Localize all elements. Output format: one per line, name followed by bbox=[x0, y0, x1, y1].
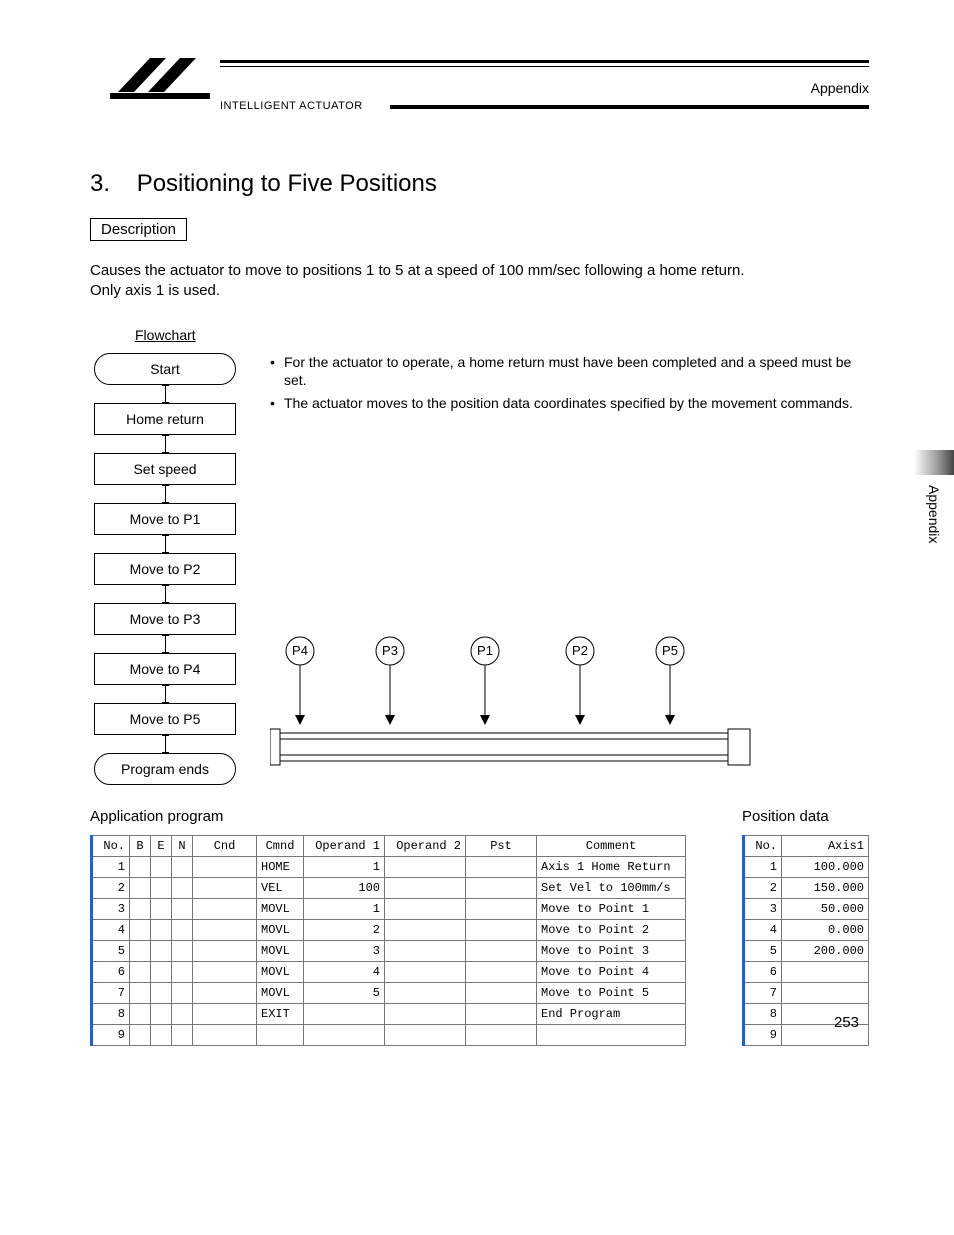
note-1: For the actuator to operate, a home retu… bbox=[284, 353, 869, 391]
table-row: 2VEL100Set Vel to 100mm/s bbox=[92, 878, 686, 899]
flow-step: Move to P4 bbox=[94, 653, 236, 685]
table-header: Pst bbox=[466, 836, 537, 857]
flow-step: Move to P2 bbox=[94, 553, 236, 585]
table-row: 7 bbox=[744, 983, 869, 1004]
page-number: 253 bbox=[834, 1014, 859, 1031]
notes: •For the actuator to operate, a home ret… bbox=[270, 353, 869, 414]
side-tab-label: Appendix bbox=[926, 485, 942, 543]
flow-step: Start bbox=[94, 353, 236, 385]
position-data-block: Position data No.Axis11100.0002150.00035… bbox=[742, 808, 869, 1046]
flow-step: Set speed bbox=[94, 453, 236, 485]
flow-step: Move to P1 bbox=[94, 503, 236, 535]
description-line-1: Causes the actuator to move to positions… bbox=[90, 261, 869, 281]
position-label: P5 bbox=[662, 643, 678, 658]
flow-connector bbox=[165, 735, 166, 753]
table-header: B bbox=[130, 836, 151, 857]
flow-connector bbox=[165, 685, 166, 703]
table-row: 3MOVL1Move to Point 1 bbox=[92, 899, 686, 920]
flow-step: Program ends bbox=[94, 753, 236, 785]
table-row: 40.000 bbox=[744, 920, 869, 941]
position-data-title: Position data bbox=[742, 808, 869, 825]
table-row: 6 bbox=[744, 962, 869, 983]
description-line-2: Only axis 1 is used. bbox=[90, 281, 869, 301]
table-header: E bbox=[151, 836, 172, 857]
flow-connector bbox=[165, 435, 166, 453]
table-row: 350.000 bbox=[744, 899, 869, 920]
table-row: 8EXITEnd Program bbox=[92, 1004, 686, 1025]
flow-connector bbox=[165, 485, 166, 503]
side-tab: Appendix bbox=[914, 450, 954, 590]
section-heading: Positioning to Five Positions bbox=[137, 170, 437, 197]
flow-step: Home return bbox=[94, 403, 236, 435]
table-row: 5MOVL3Move to Point 3 bbox=[92, 941, 686, 962]
appendix-label-top: Appendix bbox=[811, 80, 869, 96]
brand-line bbox=[390, 105, 485, 107]
position-label: P1 bbox=[477, 643, 493, 658]
description-label: Description bbox=[90, 218, 187, 241]
position-label: P3 bbox=[382, 643, 398, 658]
description-text: Causes the actuator to move to positions… bbox=[90, 261, 869, 302]
flow-connector bbox=[165, 635, 166, 653]
table-row: 9 bbox=[92, 1025, 686, 1046]
table-header: No. bbox=[92, 836, 130, 857]
flowchart: Start Home return Set speed Move to P1 Move … bbox=[90, 353, 240, 789]
application-program-block: Application program No.BENCndCmndOperand… bbox=[90, 808, 686, 1046]
position-label: P2 bbox=[572, 643, 588, 658]
flow-connector bbox=[165, 385, 166, 403]
table-row: 1100.000 bbox=[744, 857, 869, 878]
section-number: 3. bbox=[90, 170, 110, 197]
table-header: Axis1 bbox=[782, 836, 869, 857]
position-label: P4 bbox=[292, 643, 308, 658]
table-row: 4MOVL2Move to Point 2 bbox=[92, 920, 686, 941]
application-program-title: Application program bbox=[90, 808, 686, 825]
table-row: 7MOVL5Move to Point 5 bbox=[92, 983, 686, 1004]
table-header: Cmnd bbox=[257, 836, 304, 857]
note-2: The actuator moves to the position data … bbox=[284, 394, 853, 413]
flow-step: Move to P5 bbox=[94, 703, 236, 735]
table-header: N bbox=[172, 836, 193, 857]
table-header: No. bbox=[744, 836, 782, 857]
table-header: Operand 2 bbox=[385, 836, 466, 857]
table-header: Operand 1 bbox=[304, 836, 385, 857]
section-title: 3. Positioning to Five Positions bbox=[90, 170, 869, 198]
application-program-table: No.BENCndCmndOperand 1Operand 2PstCommen… bbox=[90, 835, 686, 1046]
table-row: 2150.000 bbox=[744, 878, 869, 899]
flow-step: Move to P3 bbox=[94, 603, 236, 635]
flow-connector bbox=[165, 535, 166, 553]
positions-diagram: P4 P3 P1 P2 P5 bbox=[270, 633, 869, 788]
table-header: Cnd bbox=[193, 836, 257, 857]
table-row: 5200.000 bbox=[744, 941, 869, 962]
table-row: 6MOVL4Move to Point 4 bbox=[92, 962, 686, 983]
table-row: 1HOME1Axis 1 Home Return bbox=[92, 857, 686, 878]
brand-logo-icon bbox=[110, 50, 210, 105]
flow-connector bbox=[165, 585, 166, 603]
brand-text: INTELLIGENT ACTUATOR bbox=[220, 100, 363, 112]
flowchart-label: Flowchart bbox=[135, 327, 869, 343]
table-header: Comment bbox=[537, 836, 686, 857]
